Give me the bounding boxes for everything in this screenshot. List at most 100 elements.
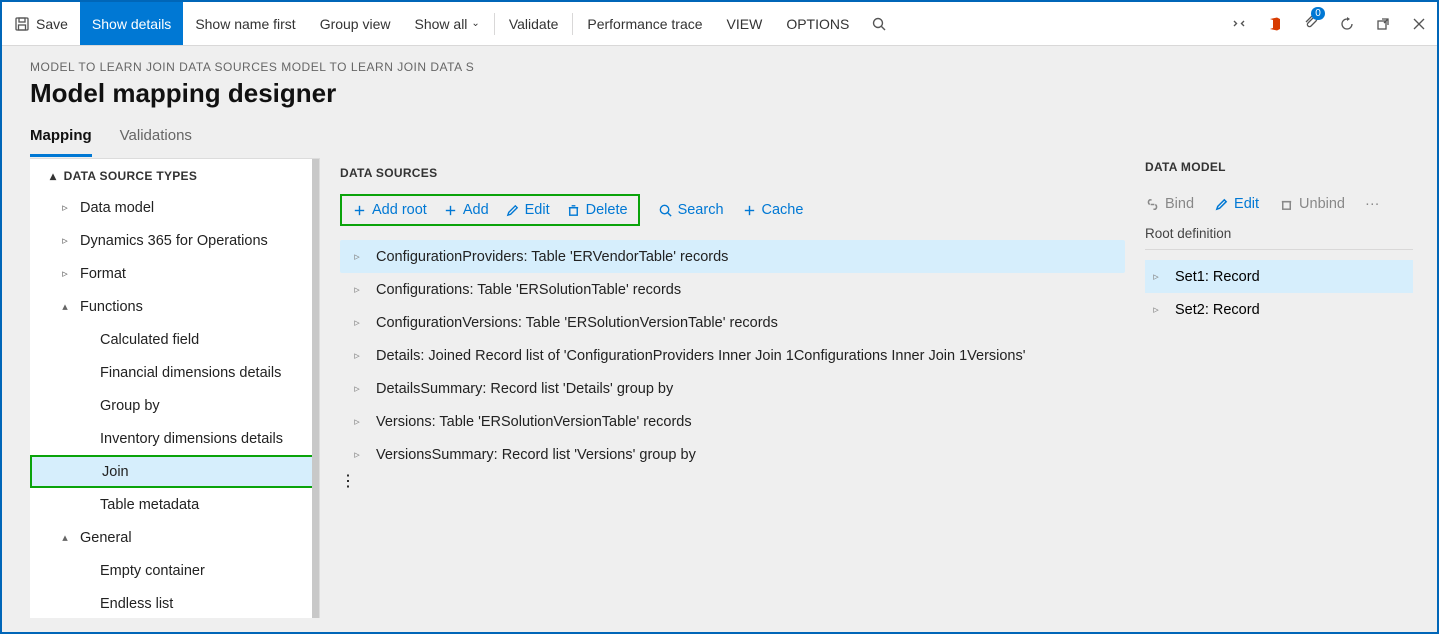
save-icon	[14, 16, 30, 32]
more-icon[interactable]: ⋮	[340, 471, 1125, 491]
caret-right-icon: ▹	[350, 250, 364, 263]
pencil-icon	[505, 203, 520, 218]
caret-down-icon: ▴	[58, 300, 72, 313]
attachments-button[interactable]: 0	[1293, 2, 1329, 45]
tree-item-functions[interactable]: ▴Functions	[30, 290, 319, 323]
options-button[interactable]: OPTIONS	[774, 2, 861, 45]
data-sources-list: ▹ConfigurationProviders: Table 'ERVendor…	[340, 240, 1125, 471]
dm-row[interactable]: ▹Set1: Record	[1145, 260, 1413, 293]
data-model-panel: DATA MODEL Bind Edit Unbind ··· Root def…	[1137, 158, 1437, 618]
unbind-button[interactable]: Unbind	[1279, 196, 1345, 212]
notification-count: 0	[1311, 7, 1325, 20]
caret-right-icon: ▹	[58, 201, 72, 214]
caret-right-icon: ▹	[350, 415, 364, 428]
more-button[interactable]: ···	[1365, 196, 1380, 212]
popout-icon	[1375, 16, 1391, 32]
tree-item-join[interactable]: Join	[30, 455, 319, 488]
root-definition-label: Root definition	[1145, 226, 1413, 241]
link-icon	[1231, 16, 1247, 32]
caret-right-icon: ▹	[350, 382, 364, 395]
save-button[interactable]: Save	[2, 2, 80, 45]
tree-item-endless-list[interactable]: Endless list	[30, 587, 319, 620]
page-title: Model mapping designer	[2, 78, 1437, 121]
cache-button[interactable]: Cache	[742, 202, 804, 218]
separator	[494, 13, 495, 35]
tree-item-group-by[interactable]: Group by	[30, 389, 319, 422]
caret-right-icon: ▹	[58, 267, 72, 280]
tab-row: Mapping Validations	[2, 121, 1437, 158]
edit-button-right[interactable]: Edit	[1214, 196, 1259, 212]
show-all-dropdown[interactable]: Show all⌄	[403, 2, 492, 45]
ds-row[interactable]: ▹ConfigurationProviders: Table 'ERVendor…	[340, 240, 1125, 273]
trash-icon	[566, 203, 581, 218]
refresh-button[interactable]	[1329, 2, 1365, 45]
show-details-button[interactable]: Show details	[80, 2, 183, 45]
tree-item-financial-dimensions[interactable]: Financial dimensions details	[30, 356, 319, 389]
tab-mapping[interactable]: Mapping	[30, 121, 92, 157]
search-button[interactable]	[861, 2, 897, 45]
divider	[1145, 249, 1413, 250]
tree-item-table-metadata[interactable]: Table metadata	[30, 488, 319, 521]
tree-item-d365[interactable]: ▹Dynamics 365 for Operations	[30, 224, 319, 257]
data-sources-panel: DATA SOURCES Add root Add Edit Delete Se…	[320, 158, 1137, 618]
plus-icon	[352, 203, 367, 218]
ds-row[interactable]: ▹Details: Joined Record list of 'Configu…	[340, 339, 1125, 372]
bind-button[interactable]: Bind	[1145, 196, 1194, 212]
caret-right-icon: ▹	[1149, 270, 1163, 283]
ds-row[interactable]: ▹Configurations: Table 'ERSolutionTable'…	[340, 273, 1125, 306]
office-button[interactable]	[1257, 2, 1293, 45]
pencil-icon	[1214, 197, 1229, 212]
edit-button[interactable]: Edit	[505, 202, 550, 218]
breadcrumb: MODEL TO LEARN JOIN DATA SOURCES MODEL T…	[2, 46, 1437, 78]
caret-right-icon: ▹	[350, 448, 364, 461]
plus-icon	[443, 203, 458, 218]
tree-item-empty-container[interactable]: Empty container	[30, 554, 319, 587]
chevron-down-icon: ⌄	[471, 18, 479, 29]
ds-row[interactable]: ▹ConfigurationVersions: Table 'ERSolutio…	[340, 306, 1125, 339]
add-root-button[interactable]: Add root	[352, 202, 427, 218]
performance-trace-button[interactable]: Performance trace	[575, 2, 714, 45]
search-icon	[658, 203, 673, 218]
panel-title-mid: DATA SOURCES	[340, 158, 1125, 194]
validate-button[interactable]: Validate	[497, 2, 571, 45]
tree-item-inventory-dimensions[interactable]: Inventory dimensions details	[30, 422, 319, 455]
refresh-icon	[1339, 16, 1355, 32]
search-button-mid[interactable]: Search	[658, 202, 724, 218]
link-icon	[1145, 197, 1160, 212]
close-icon	[1411, 16, 1427, 32]
caret-right-icon: ▹	[58, 234, 72, 247]
delete-button[interactable]: Delete	[566, 202, 628, 218]
ds-row[interactable]: ▹VersionsSummary: Record list 'Versions'…	[340, 438, 1125, 471]
caret-down-icon[interactable]: ▴	[50, 169, 56, 183]
trash-icon	[1279, 197, 1294, 212]
tree-item-general[interactable]: ▴General	[30, 521, 319, 554]
caret-right-icon: ▹	[350, 316, 364, 329]
dm-row[interactable]: ▹Set2: Record	[1145, 293, 1413, 326]
ds-row[interactable]: ▹Versions: Table 'ERSolutionVersionTable…	[340, 405, 1125, 438]
tree-item-format[interactable]: ▹Format	[30, 257, 319, 290]
tree-item-calculated-field[interactable]: Calculated field	[30, 323, 319, 356]
tab-validations[interactable]: Validations	[120, 121, 192, 157]
add-button[interactable]: Add	[443, 202, 489, 218]
caret-right-icon: ▹	[350, 283, 364, 296]
panel-title-right: DATA MODEL	[1145, 158, 1413, 196]
panel-title-left: ▴ DATA SOURCE TYPES	[30, 159, 319, 191]
group-view-button[interactable]: Group view	[308, 2, 403, 45]
show-name-first-button[interactable]: Show name first	[183, 2, 307, 45]
tree-item-data-model[interactable]: ▹Data model	[30, 191, 319, 224]
connect-icon[interactable]	[1221, 2, 1257, 45]
office-icon	[1267, 16, 1283, 32]
view-button[interactable]: VIEW	[715, 2, 775, 45]
search-icon	[871, 16, 887, 32]
caret-down-icon: ▴	[58, 531, 72, 544]
ds-row[interactable]: ▹DetailsSummary: Record list 'Details' g…	[340, 372, 1125, 405]
save-label: Save	[36, 16, 68, 32]
close-button[interactable]	[1401, 2, 1437, 45]
plus-icon	[742, 203, 757, 218]
command-bar: Save Show details Show name first Group …	[2, 2, 1437, 46]
toolbar-crud-group: Add root Add Edit Delete	[340, 194, 640, 226]
caret-right-icon: ▹	[1149, 303, 1163, 316]
separator	[572, 13, 573, 35]
popout-button[interactable]	[1365, 2, 1401, 45]
data-source-types-panel: ▴ DATA SOURCE TYPES ▹Data model ▹Dynamic…	[30, 158, 320, 618]
